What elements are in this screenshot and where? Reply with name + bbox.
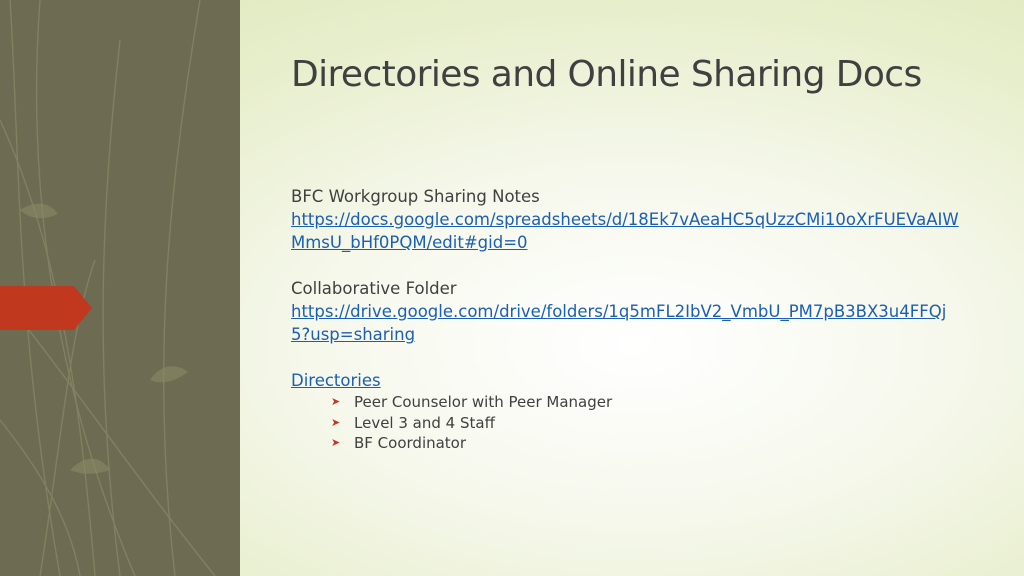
list-item-label: Peer Counselor with Peer Manager — [354, 393, 613, 411]
list-item-label: BF Coordinator — [354, 434, 467, 452]
sharing-notes-section: BFC Workgroup Sharing Notes https://docs… — [291, 185, 961, 254]
list-item-label: Level 3 and 4 Staff — [354, 413, 495, 432]
slide-title: Directories and Online Sharing Docs — [291, 54, 922, 95]
sharing-notes-heading: BFC Workgroup Sharing Notes — [291, 187, 540, 206]
directories-section: Directories ➤ Peer Counselor with Peer M… — [291, 369, 961, 454]
sharing-notes-link[interactable]: https://docs.google.com/spreadsheets/d/1… — [291, 210, 959, 252]
list-item: ➤ BF Coordinator — [331, 433, 961, 454]
directories-link[interactable]: Directories — [291, 371, 381, 390]
collaborative-folder-link[interactable]: https://drive.google.com/drive/folders/1… — [291, 302, 946, 344]
list-item: ➤ Level 3 and 4 Staff — [331, 413, 961, 434]
directories-list: ➤ Peer Counselor with Peer Manager ➤ Lev… — [291, 392, 961, 454]
arrow-bullet-icon: ➤ — [331, 395, 341, 408]
list-item: ➤ Peer Counselor with Peer Manager — [331, 392, 961, 413]
accent-arrow-tab — [0, 286, 92, 330]
slide-content: BFC Workgroup Sharing Notes https://docs… — [291, 185, 961, 454]
collaborative-folder-heading: Collaborative Folder — [291, 279, 457, 298]
collaborative-folder-section: Collaborative Folder https://drive.googl… — [291, 277, 961, 346]
arrow-bullet-icon: ➤ — [331, 436, 341, 449]
arrow-bullet-icon: ➤ — [331, 415, 341, 429]
